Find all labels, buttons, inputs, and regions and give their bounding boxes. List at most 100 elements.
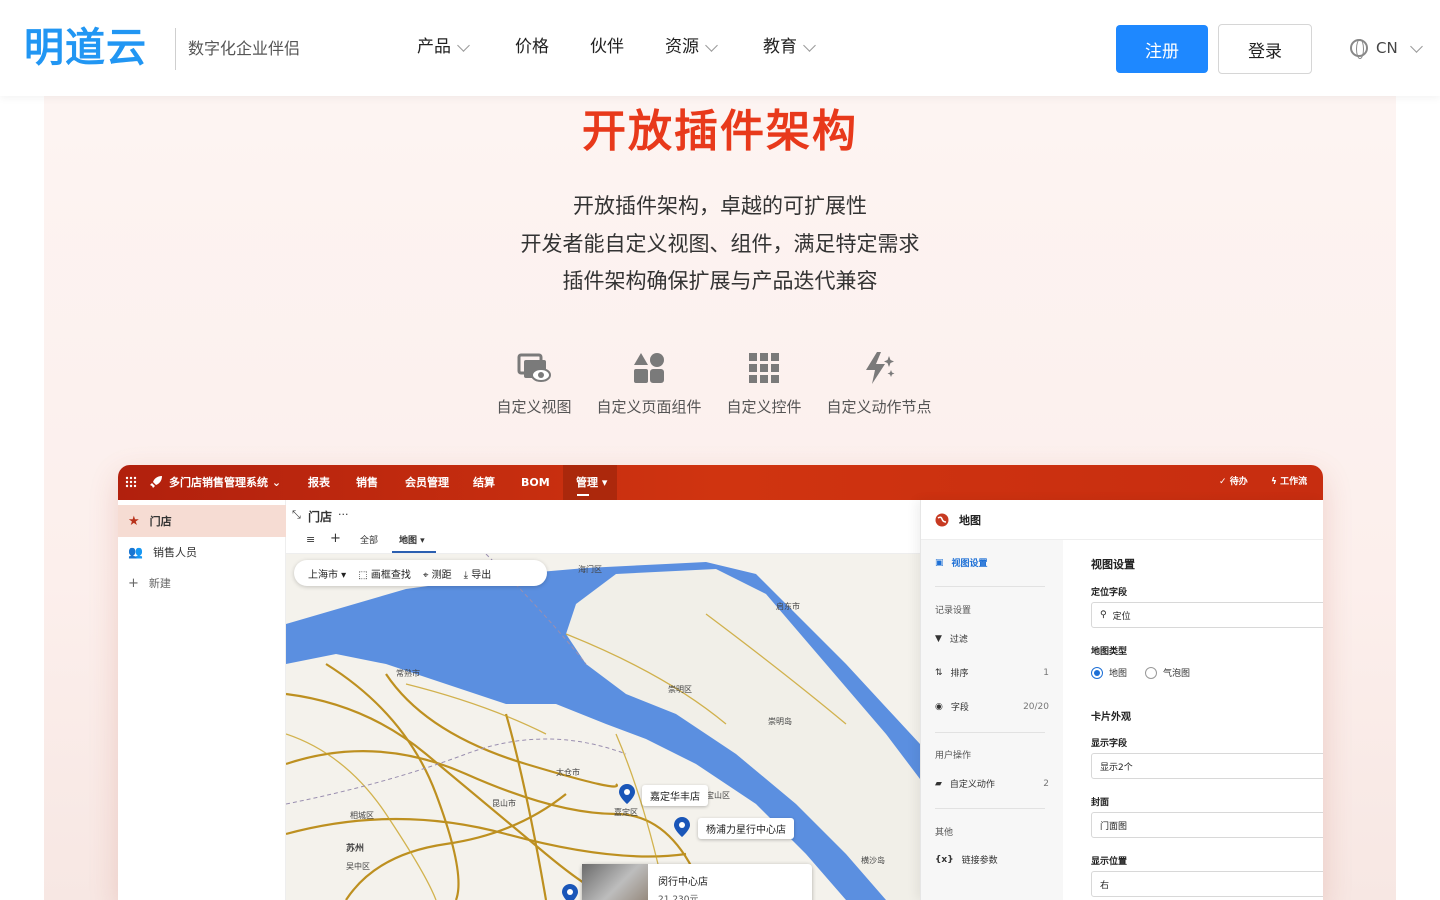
position-value: 右	[1100, 880, 1110, 891]
hero-line: 插件架构确保扩展与产品迭代兼容	[562, 269, 878, 293]
map-pin-icon[interactable]	[674, 817, 690, 837]
form-label: 显示位置	[1091, 857, 1128, 867]
settings-nav-label: 字段	[950, 703, 969, 713]
sort-count: 1	[1043, 667, 1049, 678]
view-settings-icon: ▣	[935, 557, 944, 568]
display-field-value: 显示2个	[1100, 762, 1133, 773]
nav-label: 价格	[515, 37, 549, 57]
map-pin-icon[interactable]	[562, 884, 578, 900]
view-tab-map[interactable]: 地图 ▾	[399, 533, 425, 546]
settings-nav-label: 链接参数	[961, 856, 998, 866]
feature-custom-control[interactable]: 自定义控件	[699, 350, 829, 418]
box-search-tool[interactable]: ⬚ 画框查找	[358, 566, 411, 581]
city-select-value: 上海市	[308, 569, 338, 581]
settings-group-label: 记录设置	[935, 606, 972, 616]
nav-item-partner[interactable]: 伙伴	[590, 35, 624, 59]
custom-component-icon	[631, 350, 667, 386]
feature-custom-view[interactable]: 自定义视图	[469, 350, 599, 418]
place-label: 相城区	[350, 811, 374, 820]
logo-divider	[175, 28, 176, 70]
login-button[interactable]: 登录	[1218, 24, 1312, 74]
chevron-down-icon	[1409, 39, 1423, 53]
feature-custom-action[interactable]: 自定义动作节点	[814, 350, 944, 418]
hero-line: 开发者能自定义视图、组件，满足特定需求	[520, 232, 920, 256]
radio-bubble[interactable]: 气泡图	[1145, 666, 1190, 679]
place-label: 昆山市	[492, 799, 516, 808]
view-settings-panel: 地图 ▣ 视图设置 记录设置 ▼ 过滤 ⇅ 排序 1 ◉ 字段 20/20 用户…	[920, 500, 1323, 900]
nav-item-resources[interactable]: 资源	[665, 35, 718, 59]
map-canvas[interactable]: 上海市 ▾ ⬚ 画框查找 ⌖ 测距 ⤓ 导出 海门区 启东市 常熟市 崇明区 崇…	[286, 554, 920, 900]
settings-nav-fields[interactable]: ◉ 字段 20/20	[935, 700, 1049, 714]
pin-label[interactable]: 嘉定华丰店	[642, 785, 708, 806]
app-menu-sales[interactable]: 销售	[356, 465, 378, 500]
slogan: 数字化企业伴侣	[188, 39, 301, 58]
map-graphic	[286, 554, 920, 900]
register-button[interactable]: 注册	[1116, 25, 1208, 73]
popup-store-name: 闵行中心店	[658, 877, 708, 888]
nav-label: 资源	[665, 37, 699, 57]
app-menu-report[interactable]: 报表	[308, 465, 330, 500]
custom-control-icon	[746, 350, 782, 386]
place-label: 海门区	[578, 565, 602, 574]
app-grid-icon[interactable]	[125, 476, 137, 488]
radio-map[interactable]: 地图	[1091, 666, 1127, 679]
place-label: 崇明区	[668, 685, 692, 694]
nav-item-product[interactable]: 产品	[417, 35, 470, 59]
feature-custom-component[interactable]: 自定义页面组件	[584, 350, 714, 418]
place-label: 嘉定区	[614, 808, 638, 817]
app-menu-members[interactable]: 会员管理	[405, 465, 449, 500]
ruler-icon: ⌖	[422, 569, 429, 581]
app-menu-bom[interactable]: BOM	[521, 465, 550, 500]
export-tool[interactable]: ⤓ 导出	[464, 566, 492, 581]
store-popup-card[interactable]: 闵行中心店 21,230元	[582, 864, 812, 900]
city-select[interactable]: 上海市 ▾	[308, 566, 346, 581]
map-toolbar: 上海市 ▾ ⬚ 画框查找 ⌖ 测距 ⤓ 导出	[294, 560, 547, 586]
collapse-icon[interactable]: ⤡	[292, 508, 301, 522]
settings-nav-link-params[interactable]: {x} 链接参数	[935, 853, 1049, 867]
map-pin-icon[interactable]	[619, 784, 635, 804]
app-title-text: 多门店销售管理系统	[169, 476, 268, 489]
cover-select[interactable]: 门面图	[1091, 812, 1323, 838]
language-switcher[interactable]: CN	[1350, 37, 1423, 59]
view-tab-all[interactable]: 全部	[360, 533, 378, 546]
settings-nav-custom-action[interactable]: ▰ 自定义动作 2	[935, 777, 1049, 791]
settings-nav-filter[interactable]: ▼ 过滤	[935, 632, 1049, 646]
settings-nav-sort[interactable]: ⇅ 排序 1	[935, 666, 1049, 680]
language-label: CN	[1376, 39, 1398, 57]
location-pin-icon: ⚲	[1100, 610, 1107, 620]
settings-nav-label: 排序	[950, 669, 969, 679]
pin-label[interactable]: 杨浦力星行中心店	[698, 818, 794, 839]
logo[interactable]: 明道云	[24, 26, 147, 70]
settings-nav-view[interactable]: ▣ 视图设置	[935, 556, 1049, 570]
hero-title: 开放插件架构	[582, 106, 858, 157]
more-icon[interactable]: ···	[338, 508, 349, 521]
app-title[interactable]: 多门店销售管理系统 ⌄	[169, 465, 281, 500]
nav-label: 伙伴	[590, 37, 624, 57]
workflow-link[interactable]: ϟ 工作流	[1271, 465, 1307, 500]
sidebar-new-button[interactable]: + 新建	[118, 567, 286, 599]
app-menu-manage[interactable]: 管理 ▾	[563, 465, 617, 500]
braces-icon: {x}	[935, 854, 954, 865]
locate-field-select[interactable]: ⚲ 定位	[1091, 602, 1323, 628]
form-label: 定位字段	[1091, 588, 1128, 598]
nav-item-education[interactable]: 教育	[763, 35, 816, 59]
sidebar-item-stores[interactable]: ★ 门店	[118, 505, 286, 537]
fields-count: 20/20	[1023, 701, 1049, 712]
place-label: 吴中区	[346, 862, 370, 871]
todo-link[interactable]: ✓ 待办	[1219, 465, 1248, 500]
position-select[interactable]: 右	[1091, 871, 1323, 897]
place-label: 崇明岛	[768, 717, 792, 726]
box-search-label: 画框查找	[370, 569, 411, 581]
sidebar-item-salespeople[interactable]: 👥 销售人员	[118, 536, 286, 568]
add-icon[interactable]: +	[330, 531, 341, 546]
active-tab-indicator	[392, 551, 436, 553]
rocket-icon	[150, 476, 162, 488]
view-tab-map-label: 地图	[399, 536, 418, 546]
app-menu-settlement[interactable]: 结算	[473, 465, 495, 500]
settings-group-label: 其他	[935, 828, 954, 838]
radio-selected-icon	[1091, 666, 1103, 679]
nav-item-price[interactable]: 价格	[515, 35, 549, 59]
measure-tool[interactable]: ⌖ 测距	[423, 566, 452, 581]
menu-icon[interactable]: ≡	[306, 533, 315, 546]
display-field-select[interactable]: 显示2个	[1091, 753, 1323, 779]
